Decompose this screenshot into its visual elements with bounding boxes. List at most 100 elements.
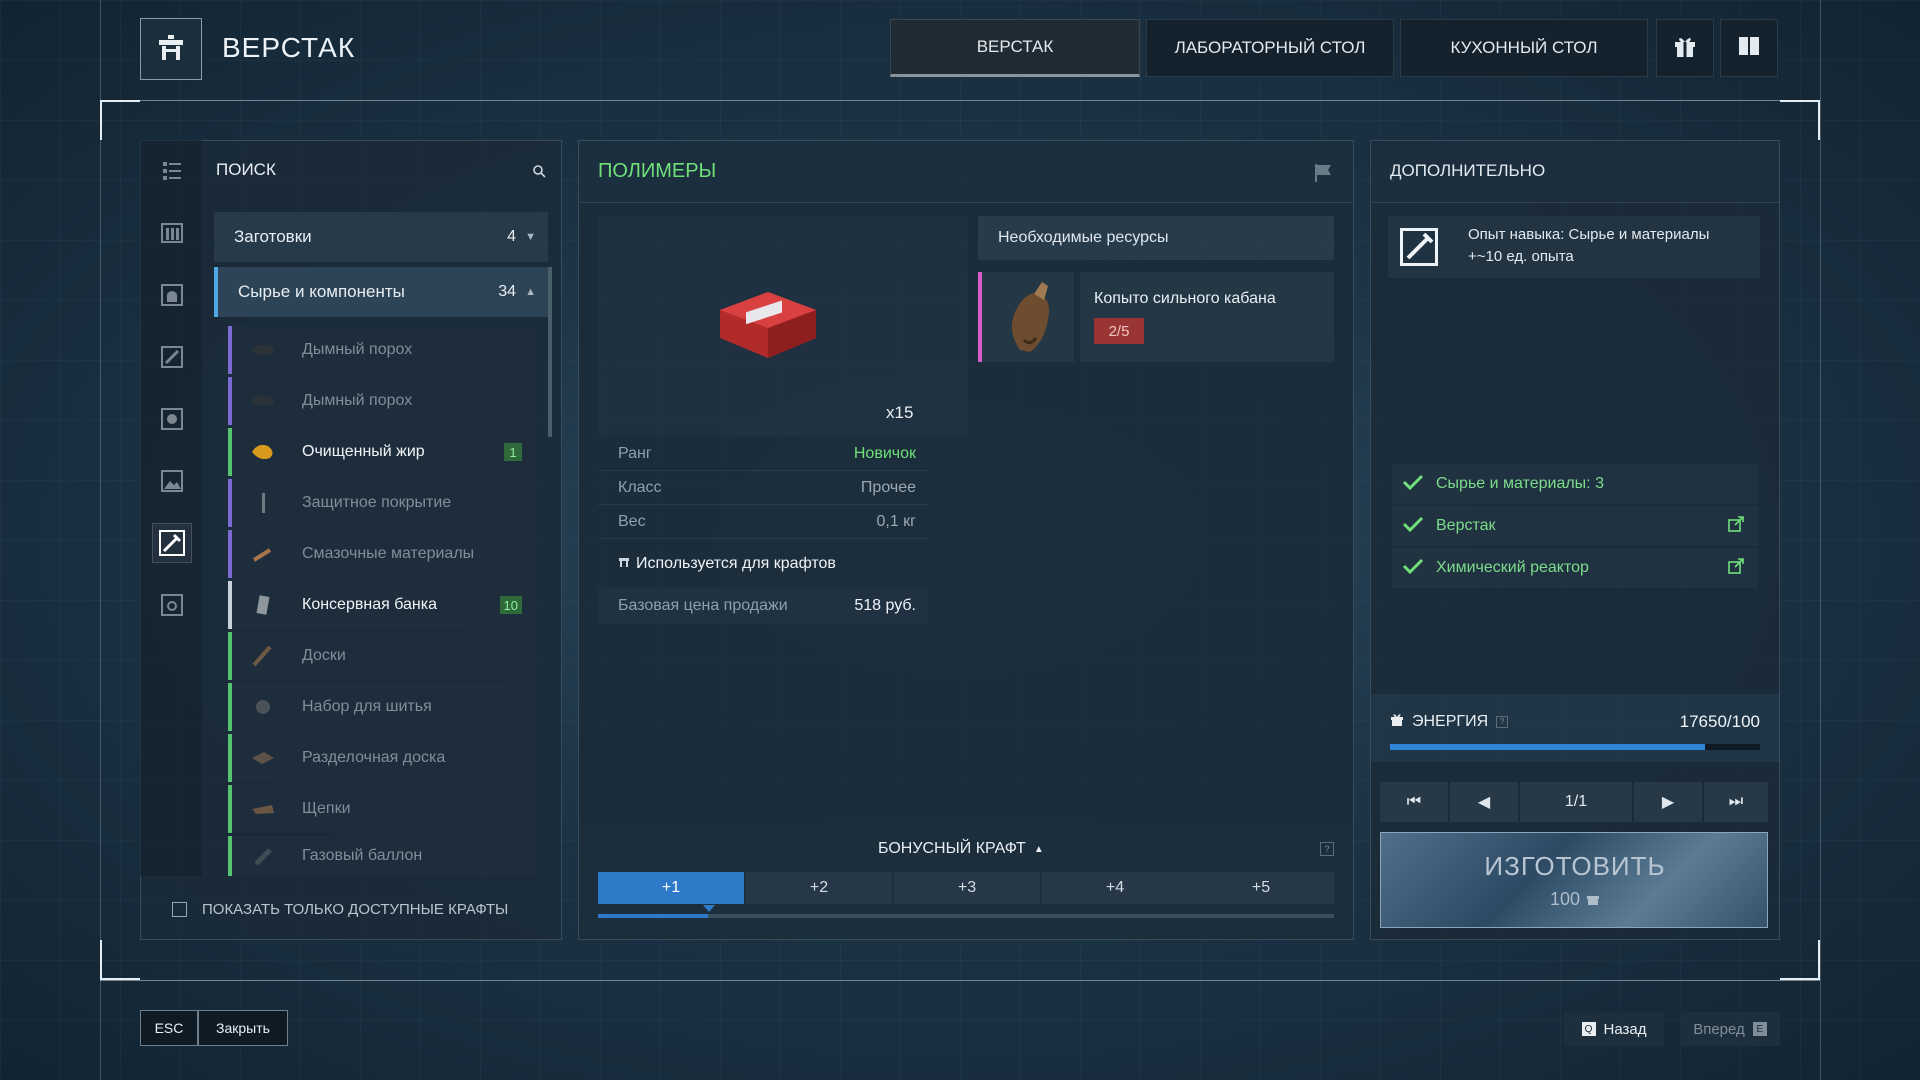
bonus-craft-toggle[interactable]: БОНУСНЫЙ КРАФТ ▲ (878, 840, 1044, 858)
list-scrollbar[interactable] (548, 267, 552, 437)
recipe-item-label: Газовый баллон (302, 847, 423, 864)
planks-icon (248, 645, 278, 667)
requirement-row[interactable]: Верстак (1392, 506, 1758, 546)
close-button[interactable]: Закрыть (198, 1010, 288, 1046)
bonus-progress-fill (598, 914, 709, 918)
recipe-item[interactable]: Очищенный жир 1 (228, 428, 536, 476)
flag-icon[interactable] (1312, 162, 1334, 189)
forward-label: Вперед (1693, 1020, 1745, 1038)
bonus-tab-2[interactable]: +2 (746, 872, 892, 904)
recipe-item[interactable]: Набор для шитья (228, 683, 536, 731)
gift-button[interactable] (1656, 19, 1714, 77)
frame-corner (100, 940, 140, 980)
tools-category-icon[interactable] (152, 337, 192, 377)
stat-value: Прочее (860, 478, 916, 496)
chevron-left-icon: ◀ (1477, 794, 1491, 811)
prev-page-button[interactable]: ◀ (1450, 782, 1518, 822)
recipe-item[interactable]: Дымный порох (228, 377, 536, 425)
bonus-tab-1[interactable]: +1 (598, 872, 744, 904)
recipe-item[interactable]: Щепки (228, 785, 536, 833)
back-label: Назад (1603, 1020, 1647, 1038)
gas-cylinder-icon (248, 845, 278, 867)
recipe-item-label: Смазочные материалы (302, 545, 475, 562)
decor-category-icon[interactable] (152, 461, 192, 501)
recipe-item-label: Щепки (302, 800, 351, 817)
help-icon[interactable]: ? (1496, 715, 1509, 728)
available-only-checkbox[interactable] (172, 902, 187, 917)
recipe-item[interactable]: Доски (228, 632, 536, 680)
craft-button[interactable]: ИЗГОТОВИТЬ 100 (1380, 832, 1768, 928)
boar-hoof-icon (1000, 280, 1060, 359)
xp-line1: Опыт навыка: Сырье и материалы (1468, 226, 1710, 243)
frame-bottom-line (100, 980, 1820, 981)
available-qty-badge: 10 (499, 596, 522, 614)
requirement-label: Верстак (1436, 517, 1496, 534)
resource-progress-badge: 2/5 (1094, 318, 1144, 344)
search-icon[interactable] (532, 164, 546, 183)
resource-info: Копыто сильного кабана 2/5 (1080, 272, 1334, 362)
requirement-row[interactable]: Химический реактор (1392, 548, 1758, 588)
gift-icon (1586, 889, 1600, 910)
tab-workbench[interactable]: ВЕРСТАК (890, 19, 1140, 77)
chevron-right-icon: ▶ (1661, 794, 1675, 811)
list-sort-icon[interactable] (152, 151, 192, 191)
energy-label-group: ЭНЕРГИЯ ? (1390, 712, 1509, 731)
category-raw-materials[interactable]: Сырье и компоненты 34 ▲ (214, 267, 548, 317)
help-icon[interactable]: ? (1320, 842, 1334, 856)
forward-button[interactable]: Вперед E (1680, 1012, 1780, 1046)
energy-label: ЭНЕРГИЯ (1412, 712, 1489, 730)
check-icon (1402, 558, 1424, 579)
next-page-button[interactable]: ▶ (1634, 782, 1702, 822)
recipe-item[interactable]: Разделочная доска (228, 734, 536, 782)
check-icon (1402, 474, 1424, 495)
used-for-label: Используется для крафтов (636, 555, 836, 572)
recipe-item[interactable]: Дымный порох (228, 326, 536, 374)
craft-cost: 100 (1549, 889, 1581, 909)
journal-button[interactable] (1720, 19, 1778, 77)
back-button[interactable]: Q Назад (1564, 1012, 1664, 1046)
external-link-icon[interactable] (1728, 515, 1744, 537)
e-key-icon: E (1752, 1022, 1767, 1036)
devices-category-icon[interactable] (152, 399, 192, 439)
chevron-down-icon: ▼ (525, 231, 536, 243)
external-link-icon[interactable] (1728, 557, 1744, 579)
sewing-kit-icon (248, 696, 278, 718)
book-icon (1736, 33, 1762, 64)
recipe-item[interactable]: Защитное покрытие (228, 479, 536, 527)
category-blanks[interactable]: Заготовки 4 ▼ (214, 212, 548, 262)
tin-can-icon (248, 594, 278, 616)
recipe-item[interactable]: Консервная банка 10 (228, 581, 536, 629)
requirement-row: Сырье и материалы: 3 (1392, 464, 1758, 504)
bonus-tab-5[interactable]: +5 (1188, 872, 1334, 904)
wood-chips-icon (248, 798, 278, 820)
first-page-button[interactable]: ⏮ (1380, 782, 1448, 822)
bonus-tab-3[interactable]: +3 (894, 872, 1040, 904)
recipe-item[interactable]: Газовый баллон (228, 836, 536, 876)
stat-value: Новичок (853, 444, 916, 462)
price-value: 518 руб. (854, 597, 916, 614)
bonus-progress-track (598, 914, 1334, 918)
search-label[interactable]: ПОИСК (216, 160, 276, 180)
resource-thumb[interactable] (978, 272, 1074, 362)
category-count: 34 (498, 283, 516, 300)
page-title: ВЕРСТАК (222, 32, 356, 63)
bonus-tab-4[interactable]: +4 (1042, 872, 1188, 904)
tab-kitchen-table[interactable]: КУХОННЫЙ СТОЛ (1400, 19, 1648, 77)
recipe-item[interactable]: Смазочные материалы (228, 530, 536, 578)
fat-icon (248, 441, 278, 463)
tab-lab-table[interactable]: ЛАБОРАТОРНЫЙ СТОЛ (1146, 19, 1394, 77)
craft-cost-group: 100 (1381, 889, 1769, 910)
price-label: Базовая цена продажи (618, 597, 788, 614)
last-page-button[interactable]: ⏭ (1704, 782, 1768, 822)
stat-label: Вес (618, 512, 646, 530)
used-for-crafts[interactable]: Используется для крафтов (598, 547, 968, 581)
misc-category-icon[interactable] (152, 585, 192, 625)
armor-category-icon[interactable] (152, 275, 192, 315)
materials-category-icon[interactable] (152, 523, 192, 563)
q-key-icon: Q (1581, 1022, 1596, 1036)
additional-title: ДОПОЛНИТЕЛЬНО (1390, 161, 1546, 180)
ammo-category-icon[interactable] (152, 213, 192, 253)
category-label: Заготовки (234, 227, 312, 246)
double-chevron-left-icon: ⏮ (1406, 793, 1422, 810)
esc-key[interactable]: ESC (140, 1010, 198, 1046)
